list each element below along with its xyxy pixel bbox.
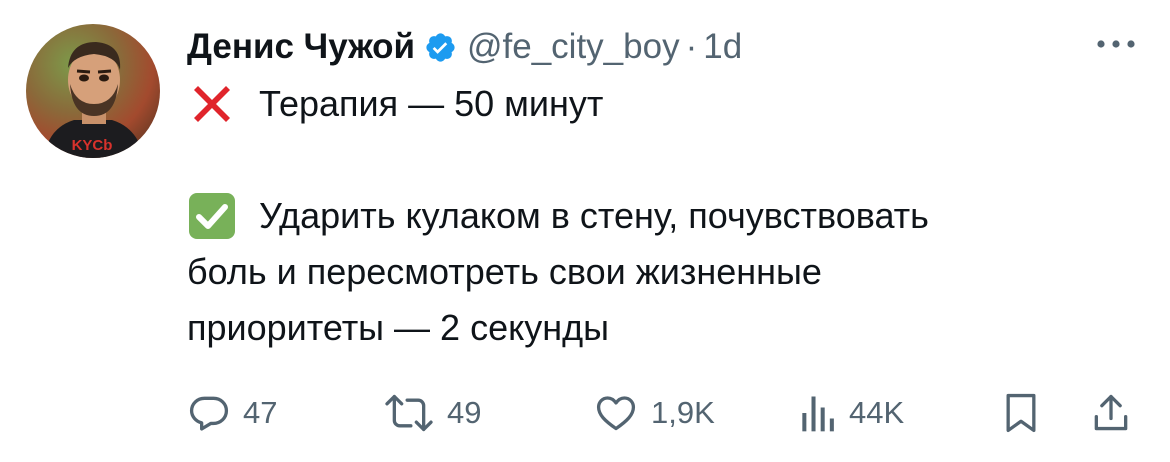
reply-count: 47 [243,395,278,430]
repost-icon [385,394,433,432]
tweet-line-5: приоритеты — 2 секунды [187,300,1147,356]
bookmark-button[interactable] [1001,388,1041,438]
display-name[interactable]: Денис Чужой [187,27,415,67]
like-button[interactable]: 1,9K [593,388,715,438]
views-chart-icon [802,396,834,432]
verified-badge-icon [424,31,457,64]
header-separator: · [685,27,698,66]
repost-count: 49 [447,395,482,430]
repost-button[interactable]: 49 [383,388,481,438]
more-dots-icon[interactable] [1093,36,1139,52]
tweet-text-line: Терапия — 50 минут [259,83,604,124]
reply-button[interactable]: 47 [187,388,277,438]
tweet-line-3: Ударить кулаком в стену, почувствовать [187,188,1147,244]
avatar-image: KYCb [26,24,160,158]
tweet-card: KYCb Денис Чужой @fe_city_boy · 1d Терап… [0,0,1170,462]
tweet-time[interactable]: 1d [703,27,742,67]
share-icon [1094,394,1128,431]
tweet-line-4: боль и пересмотреть свои жизненные [187,244,1147,300]
user-handle[interactable]: @fe_city_boy [467,27,680,67]
tweet-text-line: боль и пересмотреть свои жизненные [187,251,822,292]
heart-icon [596,396,636,431]
cross-mark-emoji [187,79,237,129]
like-count: 1,9K [651,395,715,430]
action-bar: 47 49 1,9K 44K [187,388,1147,438]
avatar[interactable]: KYCb [26,24,160,158]
reply-icon [189,396,229,431]
tweet-line-1: Терапия — 50 минут [187,76,1147,132]
avatar-shirt-text: KYCb [72,137,113,154]
bookmark-icon [1006,393,1036,433]
tweet-header: Денис Чужой @fe_city_boy · 1d [187,22,742,72]
share-button[interactable] [1091,388,1131,438]
views-button[interactable]: 44K [797,388,904,438]
check-mark-emoji [187,191,237,241]
views-count: 44K [849,395,905,430]
tweet-text-line: приоритеты — 2 секунды [187,307,610,348]
tweet-text: Терапия — 50 минут Ударить кулаком в сте… [187,76,1147,356]
tweet-text-line: Ударить кулаком в стену, почувствовать [259,195,929,236]
